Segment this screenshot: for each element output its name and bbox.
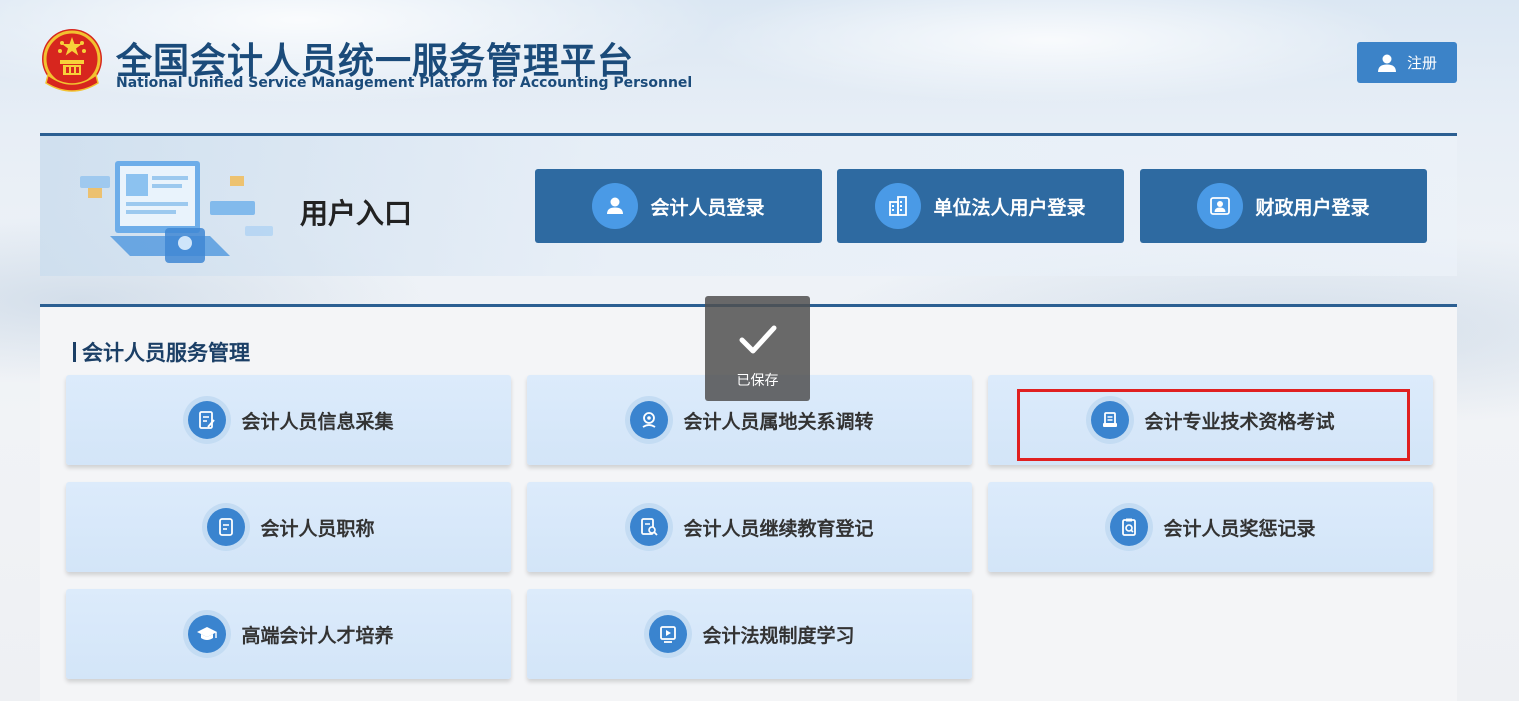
service-card-talent-training[interactable]: 高端会计人才培养 [66, 589, 511, 679]
saved-toast: 已保存 [705, 296, 810, 401]
unit-legal-login-button[interactable]: 单位法人用户登录 [837, 169, 1124, 243]
register-label: 注册 [1406, 54, 1437, 72]
service-card-info-collection[interactable]: 会计人员信息采集 [66, 375, 511, 465]
finance-user-login-button[interactable]: 财政用户登录 [1140, 169, 1427, 243]
service-label: 高端会计人才培养 [241, 624, 394, 647]
location-icon [625, 396, 674, 444]
form-edit-icon [183, 396, 232, 444]
user-icon [1377, 54, 1396, 72]
service-label: 会计人员继续教育登记 [683, 517, 874, 540]
building-icon [875, 183, 922, 229]
service-card-professional-title[interactable]: 会计人员职称 [66, 482, 511, 572]
toast-text: 已保存 [736, 373, 779, 389]
service-label: 会计专业技术资格考试 [1144, 410, 1335, 433]
user-entry-panel: 用户入口 会计人员登录 单位法人用户登录 财政用户登录 [40, 133, 1457, 276]
service-label: 会计人员职称 [260, 517, 375, 540]
screen-user-icon [1197, 183, 1244, 229]
service-card-qualification-exam[interactable]: 会计专业技术资格考试 [988, 375, 1433, 465]
section-title: 会计人员服务管理 [73, 337, 250, 367]
computer-illustration-icon [80, 161, 273, 263]
person-icon [592, 183, 639, 229]
accountant-login-label: 会计人员登录 [650, 196, 765, 219]
document-icon [202, 503, 251, 551]
graduation-cap-icon [183, 610, 232, 658]
checkmark-icon [739, 325, 776, 354]
user-entry-title: 用户入口 [300, 197, 413, 230]
record-search-icon [1105, 503, 1154, 551]
section-title-text: 会计人员服务管理 [82, 341, 250, 365]
section-title-bar [73, 342, 76, 362]
exam-icon [1086, 396, 1135, 444]
finance-user-login-label: 财政用户登录 [1255, 196, 1370, 219]
service-label: 会计人员信息采集 [241, 410, 394, 433]
video-play-icon [644, 610, 693, 658]
doc-search-icon [625, 503, 674, 551]
platform-title-en: National Unified Service Management Plat… [116, 75, 693, 91]
service-label: 会计人员属地关系调转 [683, 410, 874, 433]
service-card-regulation-study[interactable]: 会计法规制度学习 [527, 589, 972, 679]
service-label: 会计人员奖惩记录 [1163, 517, 1316, 540]
unit-legal-login-label: 单位法人用户登录 [933, 196, 1086, 219]
service-label: 会计法规制度学习 [702, 624, 855, 647]
service-card-continuing-education[interactable]: 会计人员继续教育登记 [527, 482, 972, 572]
service-card-rewards-penalties[interactable]: 会计人员奖惩记录 [988, 482, 1433, 572]
register-button[interactable]: 注册 [1357, 42, 1457, 83]
accountant-login-button[interactable]: 会计人员登录 [535, 169, 822, 243]
national-emblem-icon [42, 29, 102, 92]
